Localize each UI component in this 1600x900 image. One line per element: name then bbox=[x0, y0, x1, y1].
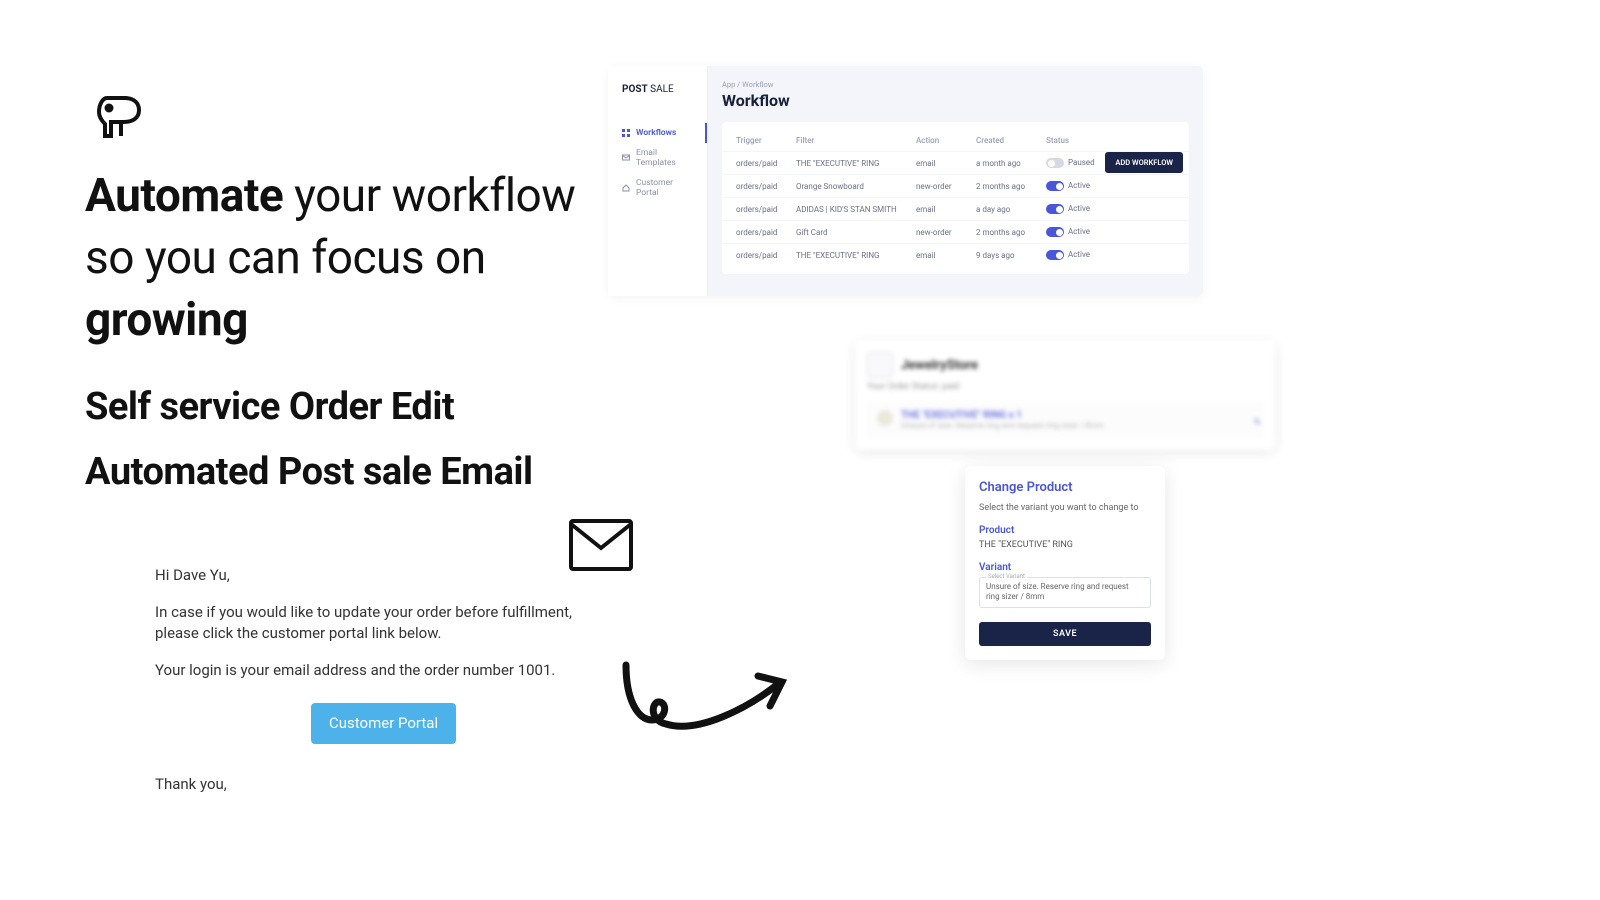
cell-status: Active bbox=[1046, 204, 1106, 214]
email-preview: Hi Dave Yu, In case if you would like to… bbox=[155, 565, 615, 811]
cell-filter: Orange Snowboard bbox=[796, 182, 916, 191]
nav-workflows[interactable]: Workflows bbox=[608, 123, 707, 143]
cell-action: email bbox=[916, 159, 976, 168]
status-toggle[interactable] bbox=[1046, 227, 1064, 237]
curly-arrow-icon bbox=[618, 660, 798, 754]
cell-action: new-order bbox=[916, 228, 976, 237]
app-sidebar: POST SALE Workflows Email Templates bbox=[608, 66, 708, 296]
status-text: Active bbox=[1068, 181, 1090, 190]
cell-status: Active bbox=[1046, 181, 1106, 191]
mail-icon-small bbox=[622, 154, 630, 162]
edit-icon[interactable]: ✎ bbox=[1253, 418, 1261, 428]
cell-created: a day ago bbox=[976, 205, 1046, 214]
col-status: Status bbox=[1046, 136, 1106, 145]
cell-status: Active bbox=[1046, 250, 1106, 260]
nav-templates-label: Email Templates bbox=[636, 148, 697, 168]
cell-created: 2 months ago bbox=[976, 182, 1046, 191]
subhead-order-edit: Self service Order Edit bbox=[85, 385, 454, 429]
cell-action: email bbox=[916, 251, 976, 260]
cell-status: Paused bbox=[1046, 158, 1106, 168]
home-icon bbox=[622, 184, 630, 192]
product-thumbnail bbox=[877, 410, 893, 426]
col-trigger: Trigger bbox=[736, 136, 796, 145]
brand-logo-icon bbox=[95, 90, 143, 144]
order-status: Your Order Status: paid bbox=[867, 382, 1263, 392]
add-workflow-button[interactable]: ADD WORKFLOW bbox=[1105, 152, 1183, 173]
email-greeting: Hi Dave Yu, bbox=[155, 565, 615, 586]
hero-bold-2: growing bbox=[85, 293, 248, 347]
variant-select-label: Select Variant bbox=[986, 573, 1027, 581]
status-toggle[interactable] bbox=[1046, 181, 1064, 191]
change-product-modal: Change Product Select the variant you wa… bbox=[965, 466, 1165, 660]
app-main: App / Workflow Workflow Trigger Filter A… bbox=[708, 66, 1203, 296]
cell-trigger: orders/paid bbox=[736, 205, 796, 214]
variant-select-value: Unsure of size. Reserve ring and request… bbox=[986, 582, 1129, 601]
store-avatar bbox=[867, 352, 893, 378]
cell-created: 2 months ago bbox=[976, 228, 1046, 237]
modal-description: Select the variant you want to change to bbox=[979, 503, 1151, 513]
save-button[interactable]: SAVE bbox=[979, 622, 1151, 646]
table-row[interactable]: orders/paidTHE "EXECUTIVE" RINGemail9 da… bbox=[722, 243, 1189, 266]
cell-trigger: orders/paid bbox=[736, 159, 796, 168]
cell-trigger: orders/paid bbox=[736, 251, 796, 260]
workflow-table: Trigger Filter Action Created Status ord… bbox=[722, 122, 1189, 274]
cell-filter: THE "EXECUTIVE" RING bbox=[796, 159, 916, 168]
nav-workflows-label: Workflows bbox=[636, 128, 676, 138]
cell-status: Active bbox=[1046, 227, 1106, 237]
hero-headline: Automate your workflow so you can focus … bbox=[85, 165, 605, 351]
nav-portal-label: Customer Portal bbox=[636, 178, 697, 198]
cell-created: 9 days ago bbox=[976, 251, 1046, 260]
cell-created: a month ago bbox=[976, 159, 1046, 168]
cell-trigger: orders/paid bbox=[736, 182, 796, 191]
page-title: Workflow bbox=[722, 91, 1189, 110]
workflow-app: POST SALE Workflows Email Templates bbox=[608, 66, 1203, 296]
variant-label: Variant bbox=[979, 562, 1151, 573]
email-body-1: In case if you would like to update your… bbox=[155, 602, 615, 644]
table-row[interactable]: orders/paidGift Cardnew-order2 months ag… bbox=[722, 220, 1189, 243]
status-toggle[interactable] bbox=[1046, 158, 1064, 168]
table-row[interactable]: orders/paidADIDAS | KID'S STAN SMITHemai… bbox=[722, 197, 1189, 220]
order-preview-card: JewelryStore Your Order Status: paid THE… bbox=[855, 340, 1275, 450]
cell-action: new-order bbox=[916, 182, 976, 191]
status-text: Paused bbox=[1068, 158, 1095, 167]
email-thanks: Thank you, bbox=[155, 774, 615, 795]
store-name: JewelryStore bbox=[901, 358, 978, 373]
modal-title: Change Product bbox=[979, 480, 1151, 495]
variant-select[interactable]: Select Variant Unsure of size. Reserve r… bbox=[979, 577, 1151, 608]
cell-trigger: orders/paid bbox=[736, 228, 796, 237]
status-text: Active bbox=[1068, 227, 1090, 236]
nav-customer-portal[interactable]: Customer Portal bbox=[608, 173, 707, 203]
product-label: Product bbox=[979, 525, 1151, 536]
order-line-item: THE "EXECUTIVE" RING x 1 Unsure of size.… bbox=[867, 402, 1263, 438]
table-header: Trigger Filter Action Created Status bbox=[722, 130, 1189, 151]
col-action: Action bbox=[916, 136, 976, 145]
order-item-title: THE "EXECUTIVE" RING x 1 bbox=[901, 410, 1104, 421]
col-created: Created bbox=[976, 136, 1046, 145]
order-item-sub: Unsure of size. Reserve ring and request… bbox=[901, 421, 1104, 430]
email-body-2: Your login is your email address and the… bbox=[155, 660, 615, 681]
cell-action: email bbox=[916, 205, 976, 214]
status-toggle[interactable] bbox=[1046, 250, 1064, 260]
status-text: Active bbox=[1068, 250, 1090, 259]
cell-filter: ADIDAS | KID'S STAN SMITH bbox=[796, 205, 916, 214]
product-value: THE "EXECUTIVE" RING bbox=[979, 540, 1151, 550]
app-brand: POST SALE bbox=[608, 84, 707, 95]
nav-email-templates[interactable]: Email Templates bbox=[608, 143, 707, 173]
subhead-automated-email: Automated Post sale Email bbox=[85, 450, 533, 494]
hero-bold: Automate bbox=[85, 169, 283, 223]
customer-portal-button[interactable]: Customer Portal bbox=[311, 703, 456, 744]
table-row[interactable]: orders/paidOrange Snowboardnew-order2 mo… bbox=[722, 174, 1189, 197]
breadcrumb: App / Workflow bbox=[722, 80, 1189, 89]
status-toggle[interactable] bbox=[1046, 204, 1064, 214]
cell-filter: THE "EXECUTIVE" RING bbox=[796, 251, 916, 260]
col-filter: Filter bbox=[796, 136, 916, 145]
workflow-icon bbox=[622, 129, 630, 137]
cell-filter: Gift Card bbox=[796, 228, 916, 237]
status-text: Active bbox=[1068, 204, 1090, 213]
